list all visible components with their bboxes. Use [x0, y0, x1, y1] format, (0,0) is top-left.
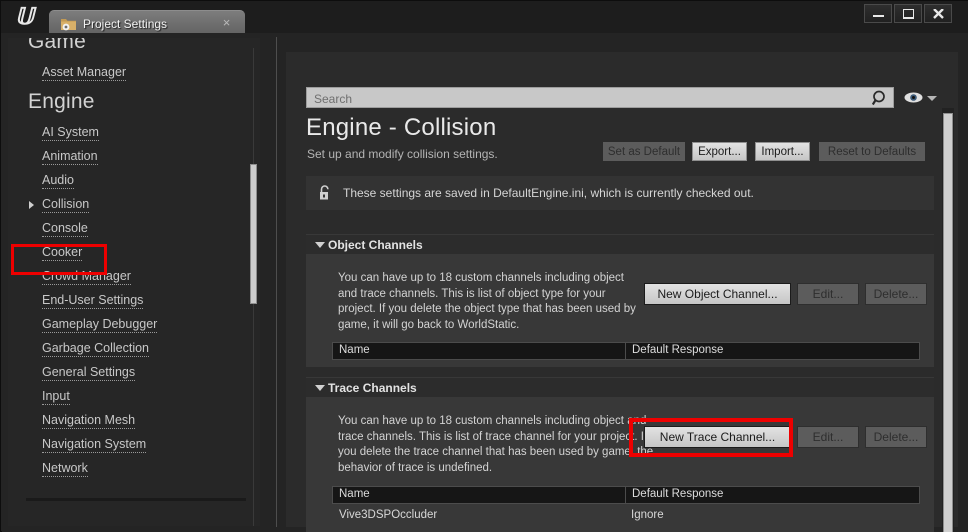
- reset-to-defaults-button[interactable]: Reset to Defaults: [819, 142, 925, 161]
- sidebar-item-label: AI System: [42, 125, 99, 141]
- sidebar-item-label: Navigation System: [42, 437, 147, 453]
- tab-close-icon[interactable]: ×: [220, 16, 233, 29]
- sidebar-item-collision[interactable]: Collision: [8, 192, 248, 216]
- sidebar-item-label: Audio: [42, 173, 74, 189]
- trace-channels-body: You can have up to 18 custom channels in…: [306, 397, 934, 532]
- window-content: Game Asset Manager Engine AI System Anim…: [2, 33, 968, 532]
- sidebar-item-ai-system[interactable]: AI System: [8, 120, 248, 144]
- section-title: Trace Channels: [328, 381, 417, 395]
- search-box[interactable]: [306, 87, 894, 109]
- sidebar-item-crowd-manager[interactable]: Crowd Manager: [8, 264, 248, 288]
- sidebar-item-general-settings[interactable]: General Settings: [8, 360, 248, 384]
- trace-channels-description: You can have up to 18 custom channels in…: [338, 415, 654, 474]
- sidebar-item-navigation-system[interactable]: Navigation System: [8, 432, 248, 456]
- trace-channel-delete-button[interactable]: Delete...: [865, 426, 927, 448]
- object-channel-delete-button[interactable]: Delete...: [865, 283, 927, 305]
- unreal-engine-logo-icon: 𝕌: [14, 4, 34, 29]
- chevron-down-icon[interactable]: [315, 385, 325, 391]
- page-title: Engine - Collision: [306, 114, 497, 141]
- close-button[interactable]: [924, 4, 952, 23]
- folder-gear-icon: [61, 19, 76, 31]
- sidebar-item-label: Cooker: [42, 245, 83, 261]
- project-settings-window: 𝕌 Project Settings × Game Asset Manager …: [0, 0, 968, 532]
- trace-channels-header[interactable]: Trace Channels: [306, 377, 934, 397]
- sidebar-item-label: End-User Settings: [42, 293, 144, 309]
- chevron-down-icon[interactable]: [927, 96, 937, 101]
- cell-name: Vive3DSPOccluder: [339, 509, 438, 521]
- new-object-channel-button[interactable]: New Object Channel...: [644, 283, 791, 305]
- sidebar-scrollbar-thumb[interactable]: [250, 164, 257, 304]
- column-divider[interactable]: [625, 487, 626, 503]
- object-channels-body: You can have up to 18 custom channels in…: [306, 254, 934, 367]
- object-channels-header[interactable]: Object Channels: [306, 234, 934, 254]
- column-header-default-response[interactable]: Default Response: [632, 344, 723, 356]
- sidebar-item-asset-manager[interactable]: Asset Manager: [8, 60, 248, 84]
- section-title: Object Channels: [328, 238, 423, 252]
- search-input[interactable]: [314, 88, 864, 109]
- sidebar-item-audio[interactable]: Audio: [8, 168, 248, 192]
- sidebar-item-navigation-mesh[interactable]: Navigation Mesh: [8, 408, 248, 432]
- sidebar-item-label: Network: [42, 461, 88, 477]
- column-header-name[interactable]: Name: [339, 344, 370, 356]
- sidebar-item-label: Navigation Mesh: [42, 413, 136, 429]
- settings-info-bar: These settings are saved in DefaultEngin…: [306, 176, 934, 210]
- sidebar-bottom-divider: [26, 498, 246, 501]
- info-bar-text: These settings are saved in DefaultEngin…: [343, 186, 754, 200]
- minimize-button[interactable]: [864, 4, 892, 23]
- title-bar: 𝕌 Project Settings ×: [1, 1, 968, 36]
- sidebar-item-network[interactable]: Network: [8, 456, 248, 480]
- sidebar-item-label: Garbage Collection: [42, 341, 150, 357]
- maximize-button[interactable]: [894, 4, 922, 23]
- table-row[interactable]: Vive3DSPOccluder Ignore: [332, 509, 920, 527]
- new-trace-channel-button[interactable]: New Trace Channel...: [644, 426, 791, 448]
- sidebar-item-label: Animation: [42, 149, 98, 165]
- object-channel-edit-button[interactable]: Edit...: [797, 283, 859, 305]
- close-icon: [932, 9, 944, 19]
- settings-main-panel: Engine - Collision Set up and modify col…: [298, 52, 943, 532]
- nav-group-engine: Engine: [28, 90, 95, 113]
- chevron-right-icon[interactable]: [29, 201, 34, 209]
- tab-label: Project Settings: [83, 17, 168, 31]
- sidebar-item-label: Asset Manager: [42, 65, 127, 81]
- sidebar-item-cooker[interactable]: Cooker: [8, 240, 248, 264]
- column-divider[interactable]: [625, 343, 626, 359]
- chevron-down-icon[interactable]: [315, 242, 325, 248]
- sidebar-item-label: Console: [42, 221, 88, 237]
- sidebar-item-input[interactable]: Input: [8, 384, 248, 408]
- sidebar-item-label: Input: [42, 389, 70, 405]
- column-header-name[interactable]: Name: [339, 488, 370, 500]
- trace-channel-edit-button[interactable]: Edit...: [797, 426, 859, 448]
- main-scrollbar-thumb[interactable]: [943, 113, 953, 532]
- object-channels-description: You can have up to 18 custom channels in…: [338, 272, 636, 331]
- sidebar-item-label: Gameplay Debugger: [42, 317, 158, 333]
- settings-nav-list: Game Asset Manager Engine AI System Anim…: [8, 38, 248, 480]
- minimize-icon: [872, 15, 884, 17]
- cell-default-response: Ignore: [631, 509, 664, 521]
- unlock-icon: [320, 185, 329, 200]
- sidebar-item-console[interactable]: Console: [8, 216, 248, 240]
- search-row: [306, 87, 943, 109]
- export-button[interactable]: Export...: [692, 142, 747, 161]
- page-subtitle: Set up and modify collision settings.: [307, 147, 498, 161]
- sidebar-item-label: General Settings: [42, 365, 136, 381]
- search-icon[interactable]: [872, 90, 888, 107]
- column-header-default-response[interactable]: Default Response: [632, 488, 723, 500]
- sidebar-item-label: Crowd Manager: [42, 269, 131, 285]
- eye-icon[interactable]: [904, 90, 923, 105]
- set-as-default-button[interactable]: Set as Default: [603, 142, 685, 161]
- sidebar-item-gameplay-debugger[interactable]: Gameplay Debugger: [8, 312, 248, 336]
- sidebar-item-animation[interactable]: Animation: [8, 144, 248, 168]
- sidebar-item-garbage-collection[interactable]: Garbage Collection: [8, 336, 248, 360]
- sidebar-item-end-user-settings[interactable]: End-User Settings: [8, 288, 248, 312]
- object-channels-table-header: Name Default Response: [332, 342, 920, 360]
- sidebar-item-label: Collision: [42, 197, 90, 213]
- maximize-icon: [902, 9, 914, 19]
- nav-group-game: Game: [28, 38, 86, 53]
- trace-channels-table-header: Name Default Response: [332, 486, 920, 504]
- settings-sidebar[interactable]: Game Asset Manager Engine AI System Anim…: [8, 38, 260, 526]
- import-button[interactable]: Import...: [755, 142, 810, 161]
- sidebar-splitter[interactable]: [276, 37, 277, 527]
